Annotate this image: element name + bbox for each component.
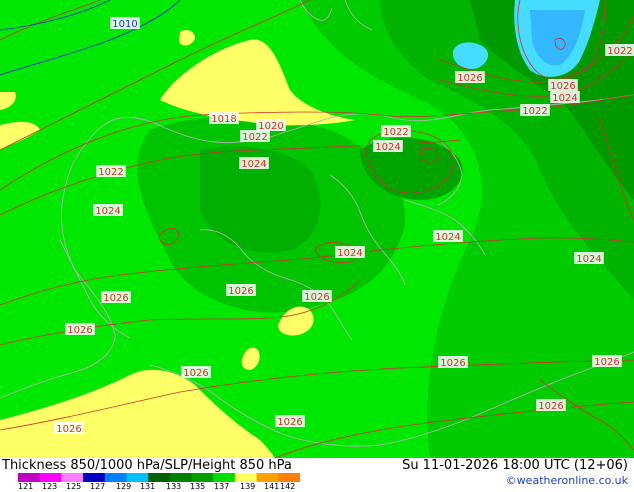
isobar-label: 1026 [538, 401, 563, 412]
legend-swatch [213, 473, 236, 482]
map-title: Thickness 850/1000 hPa/SLP/Height 850 hP… [2, 458, 292, 473]
legend-swatch [104, 473, 127, 482]
legend-swatch [39, 473, 62, 482]
isobar-label: 1024 [576, 254, 601, 265]
legend-swatch [256, 473, 279, 482]
isobar-label: 1026 [304, 292, 329, 303]
isobar-label: 1024 [375, 142, 400, 153]
legend-swatch [169, 473, 193, 482]
isobar-label: 1024 [552, 93, 577, 104]
isobar-label: 1022 [383, 127, 408, 138]
isobar-label: 1026 [457, 73, 482, 84]
credit-link[interactable]: ©weatheronline.co.uk [506, 474, 628, 487]
legend-swatch [83, 473, 106, 482]
isobar-label: 1026 [183, 368, 208, 379]
isobar-label: 1026 [56, 424, 81, 435]
isobar-label: 1024 [337, 248, 362, 259]
isobar-label: 1024 [241, 159, 266, 170]
isobar-label: 1022 [242, 132, 267, 143]
isobar-label: 1018 [211, 114, 236, 125]
legend-swatch [126, 473, 149, 482]
legend-swatch [61, 473, 84, 482]
isobar-label: 1022 [607, 46, 632, 57]
isobar-label: 1022 [522, 106, 547, 117]
legend-swatch [191, 473, 214, 482]
map-footer: Thickness 850/1000 hPa/SLP/Height 850 hP… [0, 458, 634, 492]
isobar-label: 1026 [67, 325, 92, 336]
isobar-label: 1010 [112, 19, 137, 30]
color-legend-bar [18, 473, 300, 482]
isobar-label: 1026 [103, 293, 128, 304]
isobar-label: 1022 [98, 167, 123, 178]
valid-time: Su 11-01-2026 18:00 UTC (12+06) [402, 458, 628, 473]
isobar-label: 1026 [594, 357, 619, 368]
legend-swatch [278, 473, 300, 482]
isobar-label: 1024 [435, 232, 460, 243]
isobar-label: 1024 [95, 206, 120, 217]
isobar-label: 1026 [440, 358, 465, 369]
legend-swatch [234, 473, 258, 482]
isobar-label: 1026 [277, 417, 302, 428]
legend-swatch [148, 473, 171, 482]
weather-map: 1010101810201022102210221022102210241024… [0, 0, 634, 458]
legend-swatch [18, 473, 41, 482]
color-legend-labels: 121 123 125 127 129 131 133 135 137 139 141 142 [18, 482, 318, 492]
isobar-label: 1026 [550, 81, 575, 92]
isobar-label: 1026 [228, 286, 253, 297]
